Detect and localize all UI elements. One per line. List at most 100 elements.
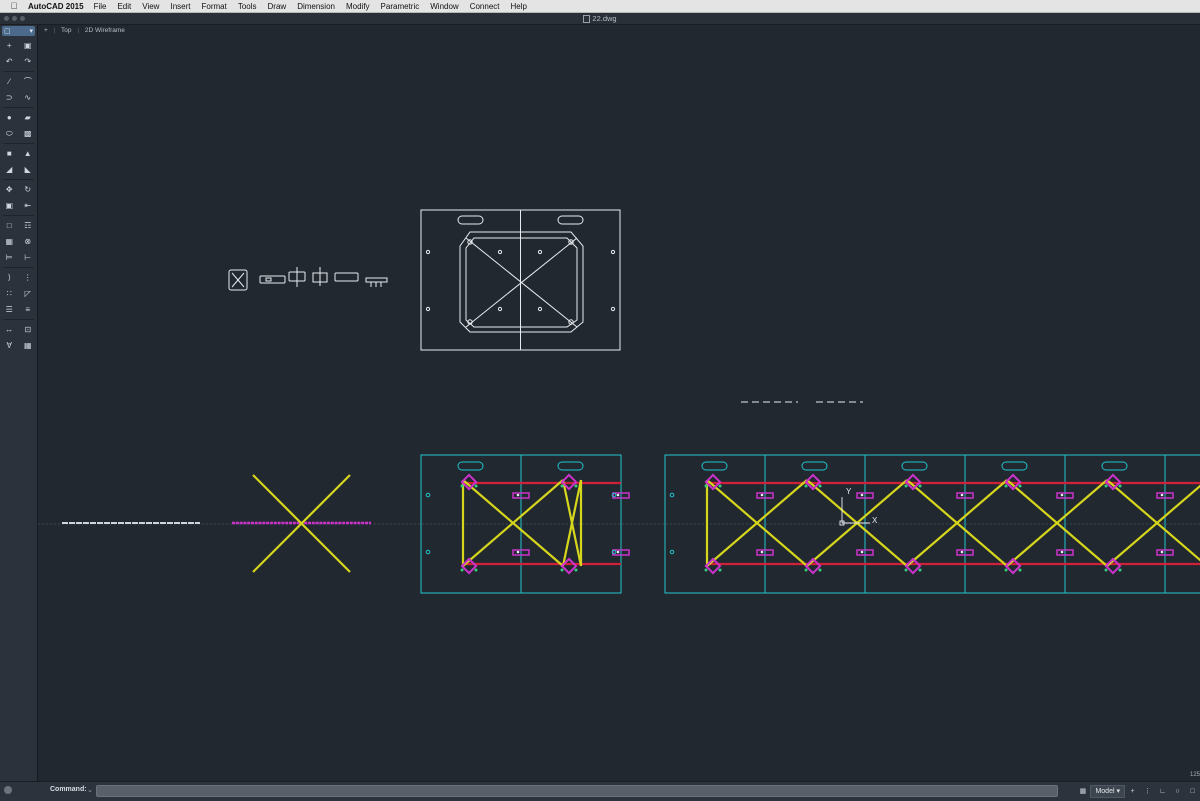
chevron-down-icon[interactable]: ▾ (29, 27, 33, 35)
table-icon[interactable]: ▦ (23, 341, 33, 350)
ortho-icon[interactable]: ∟ (1157, 786, 1168, 797)
tool-row: ▣ ⇤ (0, 199, 37, 212)
menu-tools[interactable]: Tools (238, 2, 257, 11)
undo-icon[interactable]: ↷ (23, 57, 33, 66)
chamfer-icon[interactable]: ✥ (4, 185, 14, 194)
panel-hole (425, 249, 431, 255)
osnap-icon[interactable]: □ (1187, 786, 1198, 797)
green-marker (918, 568, 922, 572)
slot-hole (960, 493, 964, 497)
document-icon (583, 15, 591, 24)
command-history-icon[interactable]: ⌄ (87, 786, 93, 794)
menu-bar:  AutoCAD 2015 File Edit View Insert Format T… (0, 0, 1200, 13)
layout-grid-icon[interactable]: ▦ (1077, 786, 1088, 797)
copy-icon[interactable]: ☶ (23, 221, 33, 230)
slot-hole (516, 550, 520, 554)
menu-edit[interactable]: Edit (117, 2, 131, 11)
tool-separator (3, 143, 34, 144)
green-marker (1104, 484, 1108, 488)
offset-icon[interactable]: ⊨ (4, 253, 14, 262)
menu-window[interactable]: Window (430, 2, 458, 11)
menu-file[interactable]: File (94, 2, 107, 11)
green-marker (560, 484, 564, 488)
menu-draw[interactable]: Draw (268, 2, 287, 11)
part-block (334, 272, 359, 282)
module-handle (1001, 461, 1028, 471)
tool-separator (3, 215, 34, 216)
menu-connect[interactable]: Connect (470, 2, 500, 11)
apple-icon[interactable]:  (6, 1, 22, 11)
menu-view[interactable]: View (142, 2, 159, 11)
circle-icon[interactable]: ▰ (23, 113, 33, 122)
grid-icon[interactable]: ⋮ (1142, 786, 1153, 797)
tool-row: ⊃ ∿ (0, 91, 37, 104)
properties-icon[interactable]: ≡ (23, 305, 33, 314)
fillet-icon[interactable]: ◣ (23, 165, 33, 174)
spline-icon[interactable]: ● (4, 113, 14, 122)
menu-modify[interactable]: Modify (346, 2, 370, 11)
tool-row: ↔ ⊡ (0, 323, 37, 336)
green-marker (1018, 568, 1022, 572)
polyline-icon[interactable]: ∿ (23, 93, 33, 102)
explode-icon[interactable]: ◸ (23, 289, 33, 298)
trim-icon[interactable]: ⊢ (23, 253, 33, 262)
green-marker (818, 484, 822, 488)
menu-help[interactable]: Help (510, 2, 526, 11)
measure-icon[interactable]: ∀ (4, 341, 14, 350)
point-icon[interactable]: ▣ (23, 41, 33, 50)
green-marker (574, 484, 578, 488)
text-icon[interactable]: ⊡ (23, 325, 33, 334)
redo-icon[interactable]: ∕ (4, 77, 14, 86)
array-icon[interactable]: ⊗ (23, 237, 33, 246)
panel-hole (425, 306, 431, 312)
tool-row: ▦ ⊗ (0, 235, 37, 248)
tool-separator (3, 319, 34, 320)
rectangle-icon[interactable]: ⬭ (4, 129, 14, 138)
panel-hole (537, 306, 543, 312)
mirror-icon[interactable]: ▦ (4, 237, 14, 246)
select-icon[interactable]: + (4, 41, 14, 50)
move-icon[interactable]: ↻ (23, 185, 33, 194)
drawing-canvas[interactable]: Y X (38, 24, 1200, 780)
snap-icon[interactable]: + (1127, 786, 1138, 797)
line-icon[interactable]: ⌒ (23, 77, 33, 86)
slot-hole (1160, 550, 1164, 554)
module-handle (901, 461, 928, 471)
tool-row: ◢ ◣ (0, 163, 37, 176)
menu-insert[interactable]: Insert (170, 2, 190, 11)
polar-icon[interactable]: ○ (1172, 786, 1183, 797)
green-marker (1118, 484, 1122, 488)
extend-icon[interactable]: ⟩ (4, 273, 14, 282)
join-icon[interactable]: ∷ (4, 289, 14, 298)
tool-separator (3, 107, 34, 108)
module-outline (664, 454, 1200, 594)
green-marker (1018, 484, 1022, 488)
close-command-icon[interactable] (4, 786, 12, 794)
presspull-icon[interactable]: ◢ (4, 165, 14, 174)
green-marker (460, 484, 464, 488)
command-input[interactable] (96, 785, 1058, 797)
green-marker (718, 484, 722, 488)
green-marker (1004, 568, 1008, 572)
arc-icon[interactable]: ⊃ (4, 93, 14, 102)
hatch-icon[interactable]: ■ (4, 149, 14, 158)
menu-dimension[interactable]: Dimension (297, 2, 335, 11)
dimension-icon[interactable]: ↔ (4, 325, 14, 334)
extrude-icon[interactable]: ▲ (23, 149, 33, 158)
block-icon[interactable]: ↶ (4, 57, 14, 66)
layer-icon[interactable]: ☰ (4, 305, 14, 314)
tool-row: ↶ ↷ (0, 55, 37, 68)
menu-parametric[interactable]: Parametric (381, 2, 420, 11)
ellipse-icon[interactable]: ▩ (23, 129, 33, 138)
rotate-icon[interactable]: ▣ (4, 201, 14, 210)
break-icon[interactable]: ⋮ (23, 273, 33, 282)
green-marker (574, 568, 578, 572)
palette-header[interactable]: ▢ ▾ (2, 26, 35, 36)
stretch-icon[interactable]: □ (4, 221, 14, 230)
model-space-button[interactable]: Model ▾ (1090, 785, 1125, 798)
app-name-menu[interactable]: AutoCAD 2015 (28, 2, 84, 11)
mount-hole (425, 549, 431, 555)
scale-icon[interactable]: ⇤ (23, 201, 33, 210)
mount-hole (425, 492, 431, 498)
menu-format[interactable]: Format (201, 2, 226, 11)
